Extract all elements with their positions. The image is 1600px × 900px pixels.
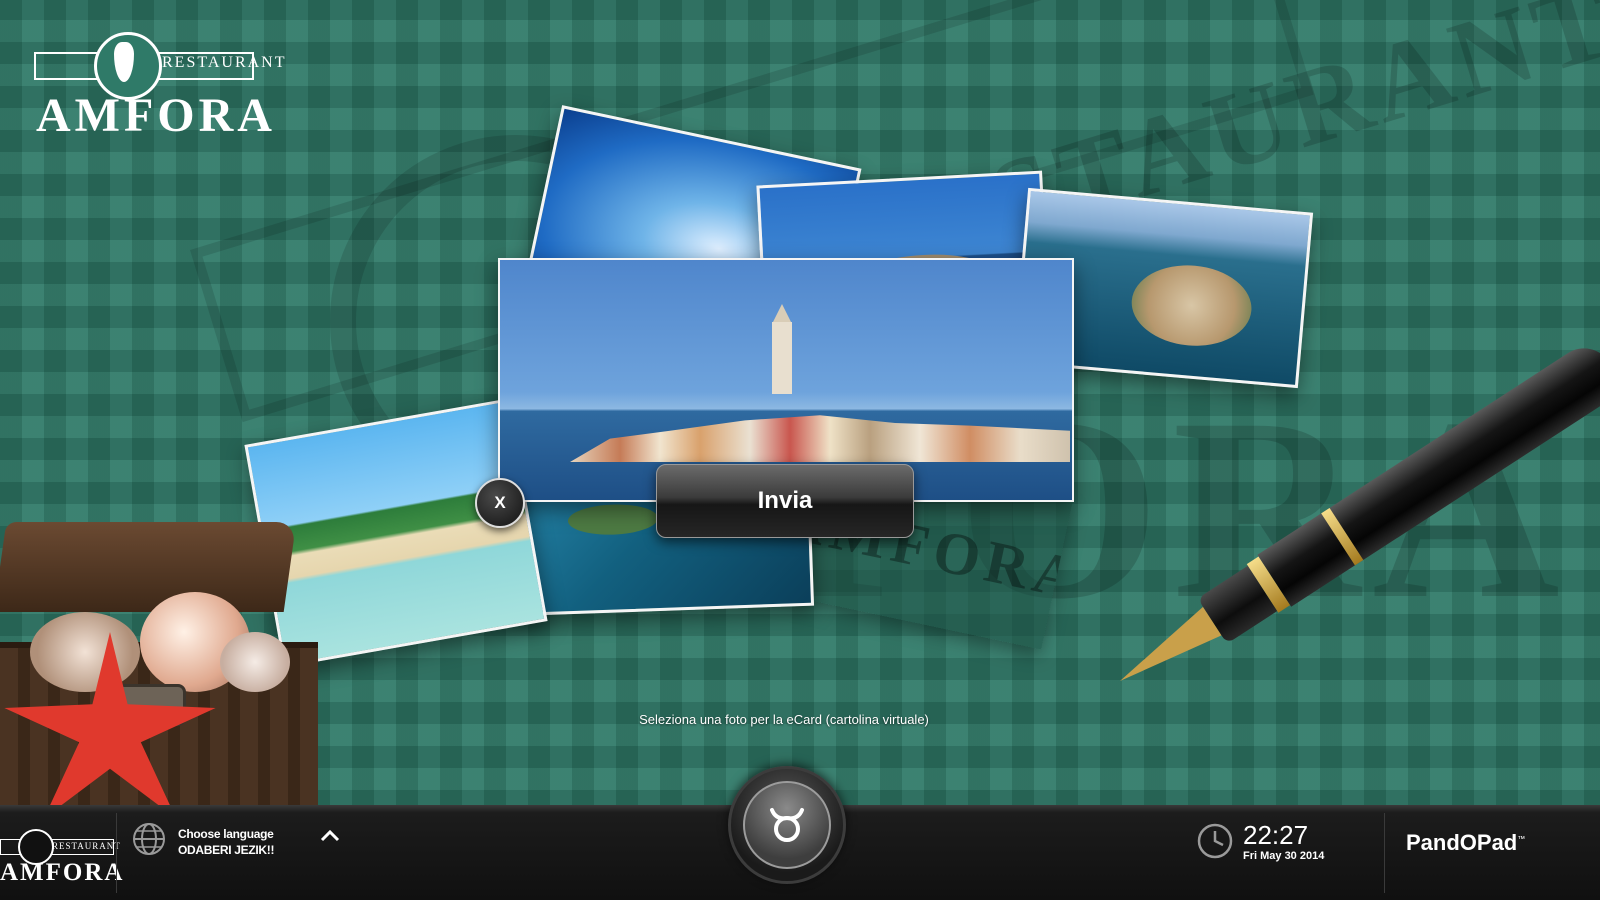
send-button[interactable]: Invia xyxy=(656,464,914,538)
brand-trademark: ™ xyxy=(1517,834,1526,844)
taurus-icon xyxy=(770,808,804,842)
divider xyxy=(1384,813,1385,893)
chest-lid xyxy=(0,522,297,612)
restaurant-logo: RESTAURANT AMFORA xyxy=(34,32,285,142)
close-button[interactable]: X xyxy=(475,478,525,528)
fountain-pen-decoration xyxy=(1103,336,1600,707)
treasure-chest-decoration xyxy=(0,522,318,819)
island-shape xyxy=(567,503,659,537)
language-label-en: Choose language xyxy=(178,827,274,841)
clock-icon xyxy=(1197,823,1233,859)
clock-time: 22:27 xyxy=(1243,820,1309,850)
taskbar-logo-restaurant: RESTAURANT xyxy=(52,841,121,851)
pen-barrel xyxy=(1257,336,1600,607)
taskbar-logo[interactable]: RESTAURANT AMFORA xyxy=(0,819,122,899)
town-skyline xyxy=(570,415,1070,462)
home-button[interactable] xyxy=(728,766,846,884)
clock-date: Fri May 30 2014 xyxy=(1243,850,1325,862)
peninsula-shape xyxy=(1128,260,1255,351)
seashell xyxy=(220,632,290,692)
brand-name: PandOPad xyxy=(1406,830,1518,855)
seashell xyxy=(30,612,140,692)
home-button-inner xyxy=(743,781,831,869)
globe-icon[interactable] xyxy=(132,822,166,856)
brand-logo: PandOPad™ xyxy=(1406,830,1525,856)
logo-name: AMFORA xyxy=(36,89,276,142)
divider xyxy=(116,813,117,893)
main-stage: RESTAURANT AMFORA RESTAURANT AMFORA AMFO… xyxy=(0,0,1600,820)
language-label-hr: ODABERI JEZIK!! xyxy=(178,843,275,857)
taskbar-logo-name: AMFORA xyxy=(0,859,125,886)
bell-tower xyxy=(772,322,792,394)
tower-spire xyxy=(772,304,792,324)
chevron-up-icon[interactable] xyxy=(318,824,342,848)
logo-restaurant-text: RESTAURANT xyxy=(162,54,287,71)
language-selector[interactable]: Choose language ODABERI JEZIK!! xyxy=(178,826,274,858)
pen-nib xyxy=(1110,606,1222,696)
